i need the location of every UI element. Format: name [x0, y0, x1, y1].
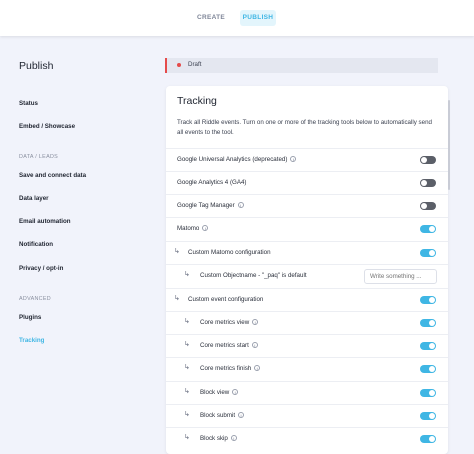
info-icon[interactable]: i — [238, 412, 245, 419]
tracking-row-matomo: Matomo i — [166, 217, 448, 240]
info-icon[interactable]: i — [252, 319, 259, 326]
tracking-row-label: Google Tag Manager — [177, 202, 235, 209]
toggle-block-skip[interactable] — [420, 435, 436, 443]
toggle-core-metrics-start[interactable] — [420, 342, 436, 350]
sidebar: Publish Status Embed / Showcase DATA / L… — [0, 36, 160, 454]
info-icon[interactable]: i — [230, 435, 237, 442]
toggle-core-metrics-view[interactable] — [420, 319, 436, 327]
toggle-custom-event-config[interactable] — [420, 296, 436, 304]
tracking-row-custom-objectname: ↳ Custom Objectname - "_paq" is default — [166, 264, 448, 287]
toggle-knob — [421, 157, 427, 163]
sub-arrow-icon: ↳ — [174, 247, 180, 255]
toggle-knob — [429, 250, 435, 256]
toggle-matomo[interactable] — [420, 225, 436, 233]
tracking-row-label: Custom Matomo configuration — [188, 249, 271, 256]
toggle-knob — [429, 226, 435, 232]
tracking-description: Track all Riddle events. Turn on one or … — [177, 119, 432, 136]
info-icon[interactable]: i — [290, 156, 297, 163]
tracking-row-label: Google Analytics 4 (GA4) — [177, 179, 247, 186]
toggle-knob — [429, 320, 435, 326]
sidebar-item-privacy-opt-in[interactable]: Privacy / opt-in — [19, 265, 63, 272]
tracking-row-label: Block submit — [200, 412, 236, 419]
tracking-row-label: Block skip — [200, 435, 228, 442]
sidebar-item-data-layer[interactable]: Data layer — [19, 195, 49, 202]
info-icon[interactable]: i — [202, 225, 209, 232]
info-icon[interactable]: i — [232, 389, 239, 396]
toggle-knob — [429, 297, 435, 303]
status-bar: Draft — [165, 58, 438, 73]
toggle-knob — [421, 203, 427, 209]
tracking-row-block-view: ↳ Block view i — [166, 381, 448, 404]
sidebar-title: Publish — [19, 60, 54, 72]
sidebar-item-plugins[interactable]: Plugins — [19, 314, 41, 321]
tracking-row-core-metrics-finish: ↳ Core metrics finish i — [166, 357, 448, 380]
sub-arrow-icon: ↳ — [184, 387, 190, 395]
tracking-row-core-metrics-start: ↳ Core metrics start i — [166, 334, 448, 357]
toggle-tag-manager[interactable] — [420, 202, 436, 210]
tracking-row-label: Google Universal Analytics (deprecated) — [177, 156, 288, 163]
top-bar: CREATE PUBLISH — [0, 0, 474, 36]
sub-arrow-icon: ↳ — [184, 363, 190, 371]
draft-status-dot — [177, 63, 181, 67]
sidebar-item-status[interactable]: Status — [19, 100, 38, 107]
tracking-row-label: Core metrics finish — [200, 365, 252, 372]
toggle-knob — [429, 390, 435, 396]
tracking-row-custom-matomo-config: ↳ Custom Matomo configuration — [166, 241, 448, 264]
tracking-row-custom-event-config: ↳ Custom event configuration — [166, 288, 448, 311]
info-icon[interactable]: i — [254, 365, 261, 372]
toggle-block-submit[interactable] — [420, 412, 436, 420]
toggle-ga4[interactable] — [420, 179, 436, 187]
toggle-block-view[interactable] — [420, 389, 436, 397]
sidebar-item-notification[interactable]: Notification — [19, 241, 53, 248]
tracking-row-label: Block view — [200, 389, 230, 396]
sub-arrow-icon: ↳ — [174, 294, 180, 302]
sub-arrow-icon: ↳ — [184, 340, 190, 348]
info-icon[interactable]: i — [237, 202, 244, 209]
tracking-row-core-metrics-view: ↳ Core metrics view i — [166, 311, 448, 334]
scrollbar[interactable] — [448, 100, 450, 190]
tracking-row-block-submit: ↳ Block submit i — [166, 404, 448, 427]
sub-arrow-icon: ↳ — [184, 410, 190, 418]
draft-status-label: Draft — [188, 61, 202, 68]
tracking-row-universal-analytics: Google Universal Analytics (deprecated) i — [166, 148, 448, 171]
toggle-knob — [421, 180, 427, 186]
tracking-row-ga4: Google Analytics 4 (GA4) — [166, 171, 448, 194]
tracking-row-label: Core metrics start — [200, 342, 249, 349]
toggle-knob — [429, 366, 435, 372]
sub-arrow-icon: ↳ — [184, 433, 190, 441]
tracking-row-label: Custom event configuration — [188, 296, 264, 303]
sidebar-section-data-leads: DATA / LEADS — [19, 154, 59, 160]
toggle-knob — [429, 436, 435, 442]
sidebar-item-save-connect-data[interactable]: Save and connect data — [19, 172, 86, 179]
toggle-knob — [429, 413, 435, 419]
tracking-row-tag-manager: Google Tag Manager i — [166, 194, 448, 217]
toggle-core-metrics-finish[interactable] — [420, 365, 436, 373]
sub-arrow-icon: ↳ — [184, 270, 190, 278]
toggle-knob — [429, 343, 435, 349]
info-icon[interactable]: i — [251, 342, 258, 349]
tracking-row-label: Matomo — [177, 225, 200, 232]
sub-arrow-icon: ↳ — [184, 317, 190, 325]
tracking-title: Tracking — [177, 95, 217, 107]
tracking-row-label: Custom Objectname - "_paq" is default — [200, 272, 307, 279]
sidebar-item-embed-showcase[interactable]: Embed / Showcase — [19, 123, 75, 130]
tracking-card: Tracking Track all Riddle events. Turn o… — [166, 86, 448, 454]
tab-create[interactable]: CREATE — [193, 10, 229, 26]
sidebar-item-tracking[interactable]: Tracking — [19, 337, 44, 344]
tracking-row-block-skip: ↳ Block skip i — [166, 427, 448, 450]
tab-publish[interactable]: PUBLISH — [240, 10, 276, 26]
tracking-row-label: Core metrics view — [200, 319, 250, 326]
sidebar-section-advanced: ADVANCED — [19, 296, 51, 302]
toggle-universal-analytics[interactable] — [420, 156, 436, 164]
sidebar-item-email-automation[interactable]: Email automation — [19, 218, 71, 225]
custom-objectname-input[interactable] — [364, 269, 437, 284]
toggle-custom-matomo-config[interactable] — [420, 249, 436, 257]
